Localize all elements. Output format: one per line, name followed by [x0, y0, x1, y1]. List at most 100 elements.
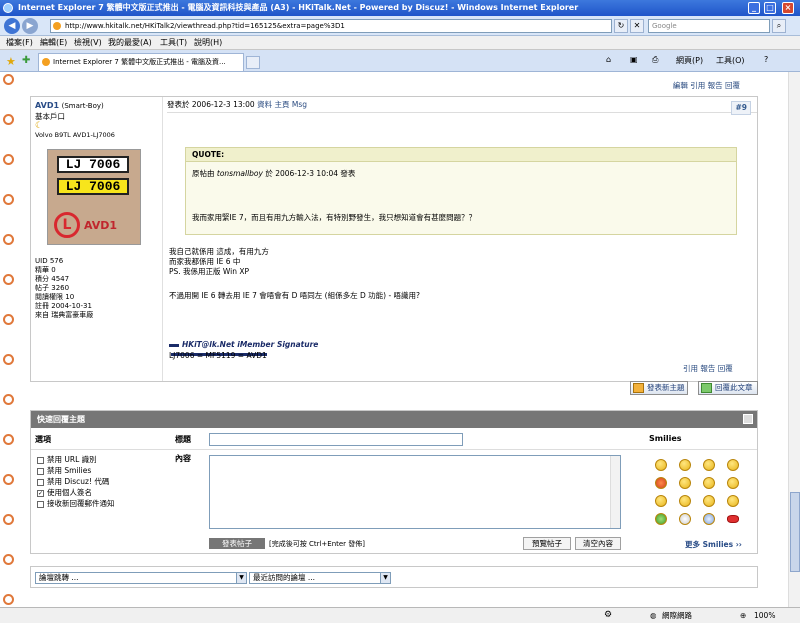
- tab-current[interactable]: Internet Explorer 7 繁體中文版正式推出 - 電腦及資...: [38, 53, 244, 71]
- smiley-icon[interactable]: [703, 459, 715, 471]
- zoom-level[interactable]: 100%: [754, 608, 775, 623]
- smiley-icon[interactable]: [655, 495, 667, 507]
- smiley-icon[interactable]: [727, 495, 739, 507]
- quote-user: tonsmallboy: [216, 169, 263, 178]
- new-tab-button[interactable]: [246, 56, 260, 69]
- smiley-icon[interactable]: [655, 459, 667, 471]
- zone-globe-icon: ◍: [650, 611, 657, 620]
- option-use-signature[interactable]: ✓ 使用個人簽名: [37, 488, 92, 498]
- url-input[interactable]: http://www.hkitalk.net/HKiTalk2/viewthre…: [50, 19, 612, 33]
- menu-tools[interactable]: 工具(T): [160, 36, 187, 50]
- menu-help[interactable]: 說明(H): [194, 36, 222, 50]
- checkbox-use-signature[interactable]: ✓: [37, 489, 44, 497]
- checkbox-disable-url[interactable]: [37, 456, 44, 464]
- plate-rear: LJ 7006: [57, 178, 129, 195]
- forum-post: AVD1 (Smart-Boy) 基本戶口 ☾ Volvo B9TL AVD1-…: [30, 96, 758, 382]
- swirl-icon: [3, 274, 14, 285]
- menu-bar: 檔案(F) 編輯(E) 檢視(V) 我的最愛(A) 工具(T) 說明(H): [0, 36, 800, 50]
- swirl-icon: [3, 434, 14, 445]
- smiley-icon[interactable]: [727, 477, 739, 489]
- new-topic-button[interactable]: 發表新主題: [630, 381, 688, 395]
- help-icon[interactable]: ?: [764, 55, 768, 64]
- option-disable-url[interactable]: 禁用 URL 識別: [37, 455, 97, 465]
- close-button[interactable]: ×: [782, 2, 794, 14]
- menu-edit[interactable]: 編輯(E): [40, 36, 67, 50]
- home-icon[interactable]: ⌂: [606, 55, 611, 64]
- smiley-icon[interactable]: [679, 459, 691, 471]
- menu-file[interactable]: 檔案(F): [6, 36, 33, 50]
- swirl-icon: [3, 234, 14, 245]
- author-rank: 基本戶口: [35, 112, 65, 121]
- smiley-icon[interactable]: [703, 477, 715, 489]
- collapse-icon[interactable]: [743, 414, 753, 424]
- option-email-notify[interactable]: 接收新回覆郵件通知: [37, 499, 115, 509]
- recent-forums-select[interactable]: 最近訪問的論壇 ... ▼: [249, 572, 391, 584]
- swirl-icon: [3, 354, 14, 365]
- author-name[interactable]: AVD1: [35, 101, 59, 110]
- textarea-scrollbar[interactable]: [610, 456, 620, 528]
- checkbox-email-notify[interactable]: [37, 500, 44, 508]
- author-links[interactable]: 資料 主頁 Msg: [257, 100, 307, 109]
- more-smilies-link[interactable]: 更多 Smilies ››: [685, 539, 742, 550]
- subject-input[interactable]: [209, 433, 463, 446]
- maximize-button[interactable]: □: [764, 2, 776, 14]
- moon-icon: ☾: [35, 121, 44, 131]
- logo-text: AVD1: [84, 219, 118, 232]
- preview-button[interactable]: 預覽帖子: [523, 537, 571, 550]
- tools-menu[interactable]: 工具(O): [716, 55, 745, 66]
- post-floor-number[interactable]: #9: [731, 101, 751, 115]
- stop-icon[interactable]: ✕: [630, 19, 644, 33]
- stat-digest: 精華 0: [35, 266, 56, 274]
- smiley-icon[interactable]: [679, 495, 691, 507]
- angry-smiley-icon[interactable]: [655, 477, 667, 489]
- refresh-icon[interactable]: ↻: [614, 19, 628, 33]
- send-hint: [完成後可按 Ctrl+Enter 發佈]: [269, 540, 366, 548]
- swirl-icon: [3, 314, 14, 325]
- reply-icon: [701, 383, 712, 393]
- menu-view[interactable]: 檢視(V): [74, 36, 102, 50]
- page-menu[interactable]: 網頁(P): [676, 55, 703, 66]
- url-text: http://www.hkitalk.net/HKiTalk2/viewthre…: [65, 22, 345, 30]
- smiley-icon[interactable]: [679, 477, 691, 489]
- option-disable-discuz-code[interactable]: 禁用 Discuz! 代碼: [37, 477, 109, 487]
- search-icon[interactable]: ⌕: [772, 19, 786, 33]
- smiley-icon[interactable]: [703, 495, 715, 507]
- add-favorite-icon[interactable]: ✚: [22, 55, 30, 66]
- favorites-star-icon[interactable]: ★: [6, 55, 16, 68]
- checkbox-disable-smilies[interactable]: [37, 467, 44, 475]
- scrollbar-thumb[interactable]: [790, 492, 800, 572]
- page-scrollbar[interactable]: [788, 72, 800, 607]
- forum-jump-select[interactable]: 論壇跳轉 ... ▼: [35, 572, 247, 584]
- clock-icon[interactable]: [703, 513, 715, 525]
- checkbox-disable-code[interactable]: [37, 478, 44, 486]
- smiley-icon[interactable]: [655, 513, 667, 525]
- ie-icon: [3, 3, 13, 13]
- search-input[interactable]: Google: [648, 19, 770, 33]
- stat-registered: 註冊 2004-10-31: [35, 302, 92, 310]
- body-line-4: 不過用開 IE 6 轉去用 IE 7 會唔會有 D 唔同左 (組係多左 D 功能…: [169, 291, 421, 300]
- chevron-down-icon: ▼: [236, 573, 246, 583]
- window-title: Internet Explorer 7 繁體中文版正式推出 - 電腦及資訊科技與…: [18, 3, 579, 12]
- option-disable-smilies[interactable]: 禁用 Smilies: [37, 466, 91, 476]
- send-button[interactable]: 發表帖子: [209, 538, 265, 549]
- zoom-icon[interactable]: ⊕: [740, 608, 746, 623]
- quick-reply-panel: 快速回覆主題 選項 標題 Smilies 內容 禁用 URL 識別 禁用 Smi…: [30, 410, 758, 554]
- post-actions[interactable]: 引用 報告 回覆: [683, 363, 733, 374]
- feeds-icon[interactable]: ▣: [630, 55, 638, 64]
- peace-hand-icon[interactable]: [679, 513, 691, 525]
- forum-jump-bar: 論壇跳轉 ... ▼ 最近訪問的論壇 ... ▼: [30, 566, 758, 588]
- message-textarea[interactable]: [209, 455, 621, 529]
- swirl-icon: [3, 554, 14, 565]
- print-icon[interactable]: ⎙: [652, 55, 658, 65]
- browser-window: Internet Explorer 7 繁體中文版正式推出 - 電腦及資訊科技與…: [0, 0, 800, 623]
- stat-from: 來自 瑞典富豪車廠: [35, 311, 94, 319]
- menu-favorites[interactable]: 我的最愛(A): [108, 36, 152, 50]
- clear-button[interactable]: 清空內容: [575, 537, 621, 550]
- back-icon[interactable]: ◀: [4, 18, 20, 34]
- previous-post-actions[interactable]: 編輯 引用 報告 回覆: [673, 80, 740, 91]
- forward-icon[interactable]: ▶: [22, 18, 38, 34]
- minimize-button[interactable]: _: [748, 2, 760, 14]
- smiley-icon[interactable]: [727, 459, 739, 471]
- lips-icon[interactable]: [727, 515, 739, 523]
- reply-button[interactable]: 回覆此文章: [698, 381, 758, 395]
